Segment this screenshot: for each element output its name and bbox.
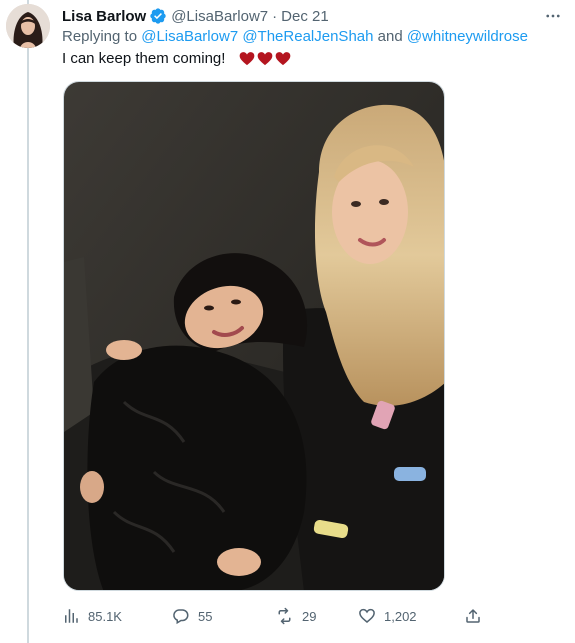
retweet-count: 29 (302, 608, 317, 624)
verified-badge-icon (149, 7, 167, 25)
mention-link[interactable]: @TheRealJenShah (242, 28, 373, 45)
more-options-icon[interactable] (541, 6, 565, 26)
reply-action[interactable]: 55 (172, 604, 212, 628)
author-handle[interactable]: @LisaBarlow7 (171, 8, 268, 25)
like-count: 1,202 (384, 608, 417, 624)
tweet-photo[interactable] (63, 81, 445, 591)
share-action[interactable] (464, 604, 482, 628)
tweet-text-body: I can keep them coming! (62, 50, 226, 67)
analytics-icon (65, 609, 78, 623)
photo-image (64, 82, 444, 590)
heart-icon (258, 52, 273, 66)
share-icon (466, 609, 480, 623)
views-action[interactable]: 85.1K (62, 604, 122, 628)
author-name[interactable]: Lisa Barlow (62, 8, 146, 25)
retweet-action[interactable]: 29 (275, 604, 316, 628)
mention-link[interactable]: @whitneywildrose (407, 28, 528, 45)
heart-emoji-group (239, 51, 291, 66)
retweet-icon (278, 607, 291, 625)
separator-dot: · (272, 7, 278, 25)
heart-icon (276, 52, 291, 66)
avatar-image (6, 4, 50, 48)
heart-icon (240, 52, 255, 66)
mentions-joiner: and (377, 28, 403, 45)
mention-link[interactable]: @LisaBarlow7 (141, 28, 238, 45)
like-action[interactable]: 1,202 (358, 604, 417, 628)
replying-to-line: Replying to @LisaBarlow7 @TheRealJenShah… (62, 28, 528, 45)
tweet-actions-bar: 85.1K 55 29 1,202 (62, 604, 502, 628)
views-count: 85.1K (88, 608, 122, 624)
like-heart-icon (359, 608, 375, 623)
tweet-header: Lisa Barlow @LisaBarlow7 · Dec 21 (62, 6, 329, 26)
tweet-text: I can keep them coming! (62, 50, 291, 67)
avatar[interactable] (6, 4, 50, 48)
reply-icon (173, 609, 189, 625)
thread-connector-line (27, 0, 29, 643)
replying-to-label: Replying to (62, 28, 138, 45)
reply-count: 55 (198, 608, 213, 624)
tweet-date[interactable]: Dec 21 (281, 8, 329, 25)
